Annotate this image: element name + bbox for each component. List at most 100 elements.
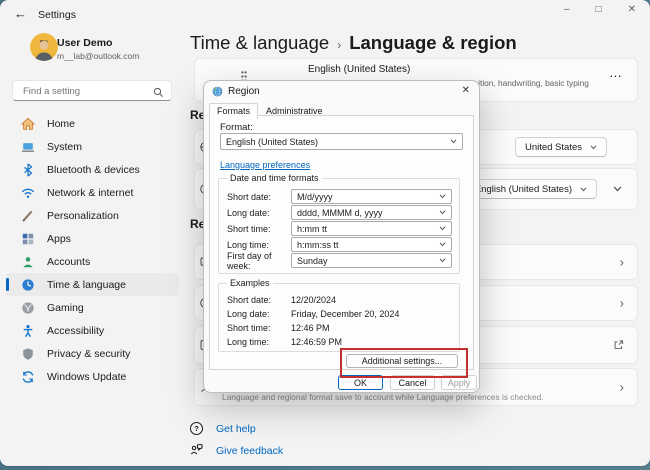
example-long-time-row: Long time: 12:46:59 PM xyxy=(227,334,452,349)
short-time-label: Short time: xyxy=(227,223,271,234)
first-day-value: Sunday xyxy=(297,255,328,266)
datetime-group-heading: Date and time formats xyxy=(227,173,322,183)
format-value: English (United States) xyxy=(226,136,319,147)
example-long-date-label: Long date: xyxy=(227,308,270,319)
short-date-row: Short date: M/d/yyyy xyxy=(227,189,452,204)
wifi-icon xyxy=(20,185,35,200)
sidebar-item-apps[interactable]: Apps xyxy=(6,227,179,250)
sidebar-item-system[interactable]: System xyxy=(6,135,179,158)
minimize-icon[interactable]: – xyxy=(564,4,570,15)
update-icon xyxy=(20,369,35,384)
close-icon[interactable]: ✕ xyxy=(628,4,636,15)
example-long-time-label: Long time: xyxy=(227,336,270,347)
back-icon[interactable]: ← xyxy=(14,6,27,21)
give-feedback-label: Give feedback xyxy=(216,445,284,457)
breadcrumb-parent[interactable]: Time & language xyxy=(190,32,329,54)
short-date-combobox[interactable]: M/d/yyyy xyxy=(291,189,452,204)
ok-button[interactable]: OK xyxy=(338,375,383,390)
example-short-date-value: 12/20/2024 xyxy=(291,294,337,305)
example-short-time-row: Short time: 12:46 PM xyxy=(227,320,452,335)
long-date-label: Long date: xyxy=(227,207,270,218)
example-short-date-label: Short date: xyxy=(227,294,272,305)
breadcrumb: Time & language › Language & region xyxy=(190,32,517,54)
sidebar-item-label: Personalization xyxy=(47,209,119,222)
sidebar-nav: Home System Bluetooth & devices Network … xyxy=(0,112,185,388)
brush-icon xyxy=(20,208,35,223)
long-time-combobox[interactable]: h:mm:ss tt xyxy=(291,237,452,252)
accessibility-icon xyxy=(20,323,35,338)
additional-settings-button[interactable]: Additional settings... xyxy=(346,354,458,368)
sidebar-item-label: Accounts xyxy=(47,255,91,268)
get-help-link[interactable]: ? Get help xyxy=(190,422,256,435)
language-name: English (United States) xyxy=(308,64,411,75)
sidebar-item-home[interactable]: Home xyxy=(6,112,179,135)
sidebar-item-gaming[interactable]: Gaming xyxy=(6,296,179,319)
sidebar-item-personalization[interactable]: Personalization xyxy=(6,204,179,227)
sidebar-item-network[interactable]: Network & internet xyxy=(6,181,179,204)
person-icon xyxy=(20,254,35,269)
sidebar-item-privacy[interactable]: Privacy & security xyxy=(6,342,179,365)
sidebar-item-label: System xyxy=(47,140,83,153)
avatar[interactable] xyxy=(30,33,58,61)
long-date-value: dddd, MMMM d, yyyy xyxy=(297,207,383,218)
sidebar-item-time-language[interactable]: Time & language xyxy=(6,273,179,296)
chevron-right-icon: › xyxy=(619,379,624,395)
search-box xyxy=(12,80,172,101)
first-day-label: First day of week: xyxy=(227,250,272,271)
example-long-time-value: 12:46:59 PM xyxy=(291,336,343,347)
example-long-date-value: Friday, December 20, 2024 xyxy=(291,308,400,319)
dialog-close-icon[interactable]: ✕ xyxy=(462,85,470,96)
tab-formats[interactable]: Formats xyxy=(209,103,259,119)
formats-tab-page: Format: English (United States) Language… xyxy=(209,115,474,378)
long-date-combobox[interactable]: dddd, MMMM d, yyyy xyxy=(291,205,452,220)
first-day-combobox[interactable]: Sunday xyxy=(291,253,452,268)
give-feedback-link[interactable]: Give feedback xyxy=(190,443,283,459)
expand-chevron-icon[interactable] xyxy=(613,186,622,192)
search-icon xyxy=(153,85,164,103)
example-short-date-row: Short date: 12/20/2024 xyxy=(227,292,452,307)
cancel-button[interactable]: Cancel xyxy=(390,375,435,390)
user-name: User Demo xyxy=(57,37,113,49)
more-options-icon[interactable]: … xyxy=(609,65,623,80)
user-email: m__lab@outlook.com xyxy=(57,51,140,61)
breadcrumb-separator: › xyxy=(337,38,342,52)
first-day-row: First day of week: Sunday xyxy=(227,250,452,271)
language-preferences-link[interactable]: Language preferences xyxy=(220,160,310,170)
format-combobox[interactable]: English (United States) xyxy=(220,133,463,150)
sidebar-item-accounts[interactable]: Accounts xyxy=(6,250,179,273)
search-input[interactable] xyxy=(21,83,150,100)
sidebar-item-label: Apps xyxy=(47,232,71,245)
get-help-label: Get help xyxy=(216,422,256,435)
regional-format-value: English (United States) xyxy=(474,183,572,195)
sidebar-item-windows-update[interactable]: Windows Update xyxy=(6,365,179,388)
example-short-time-value: 12:46 PM xyxy=(291,322,330,333)
sidebar-item-label: Time & language xyxy=(47,278,126,291)
sidebar: User Demo m__lab@outlook.com Home System… xyxy=(0,30,185,466)
short-time-row: Short time: h:mm tt xyxy=(227,221,452,236)
apply-button[interactable]: Apply xyxy=(441,375,477,390)
example-long-date-row: Long date: Friday, December 20, 2024 xyxy=(227,306,452,321)
country-dropdown[interactable]: United States xyxy=(514,137,607,157)
short-time-value: h:mm tt xyxy=(297,223,328,234)
short-date-value: M/d/yyyy xyxy=(297,191,333,202)
example-short-time-label: Short time: xyxy=(227,322,271,333)
help-icon: ? xyxy=(190,422,203,435)
format-label: Format: xyxy=(220,122,253,133)
window-title: Settings xyxy=(38,9,76,21)
short-time-combobox[interactable]: h:mm tt xyxy=(291,221,452,236)
account-sync-note: Language and regional format save to acc… xyxy=(222,392,544,402)
long-time-value: h:mm:ss tt xyxy=(297,239,339,250)
sidebar-item-label: Accessibility xyxy=(47,324,105,337)
country-value: United States xyxy=(524,141,582,153)
sidebar-item-label: Privacy & security xyxy=(47,347,131,360)
settings-window: ← Settings – □ ✕ User Demo m__lab@outloo… xyxy=(0,0,650,466)
examples-group-heading: Examples xyxy=(227,278,273,288)
regional-format-dropdown[interactable]: English (United States) xyxy=(464,179,597,199)
tab-administrative[interactable]: Administrative xyxy=(258,103,331,119)
sidebar-item-label: Windows Update xyxy=(47,370,127,383)
sidebar-item-label: Home xyxy=(47,117,76,130)
sidebar-item-bluetooth[interactable]: Bluetooth & devices xyxy=(6,158,179,181)
sidebar-item-accessibility[interactable]: Accessibility xyxy=(6,319,179,342)
region-dialog-icon xyxy=(212,86,223,97)
maximize-icon[interactable]: □ xyxy=(596,4,602,15)
